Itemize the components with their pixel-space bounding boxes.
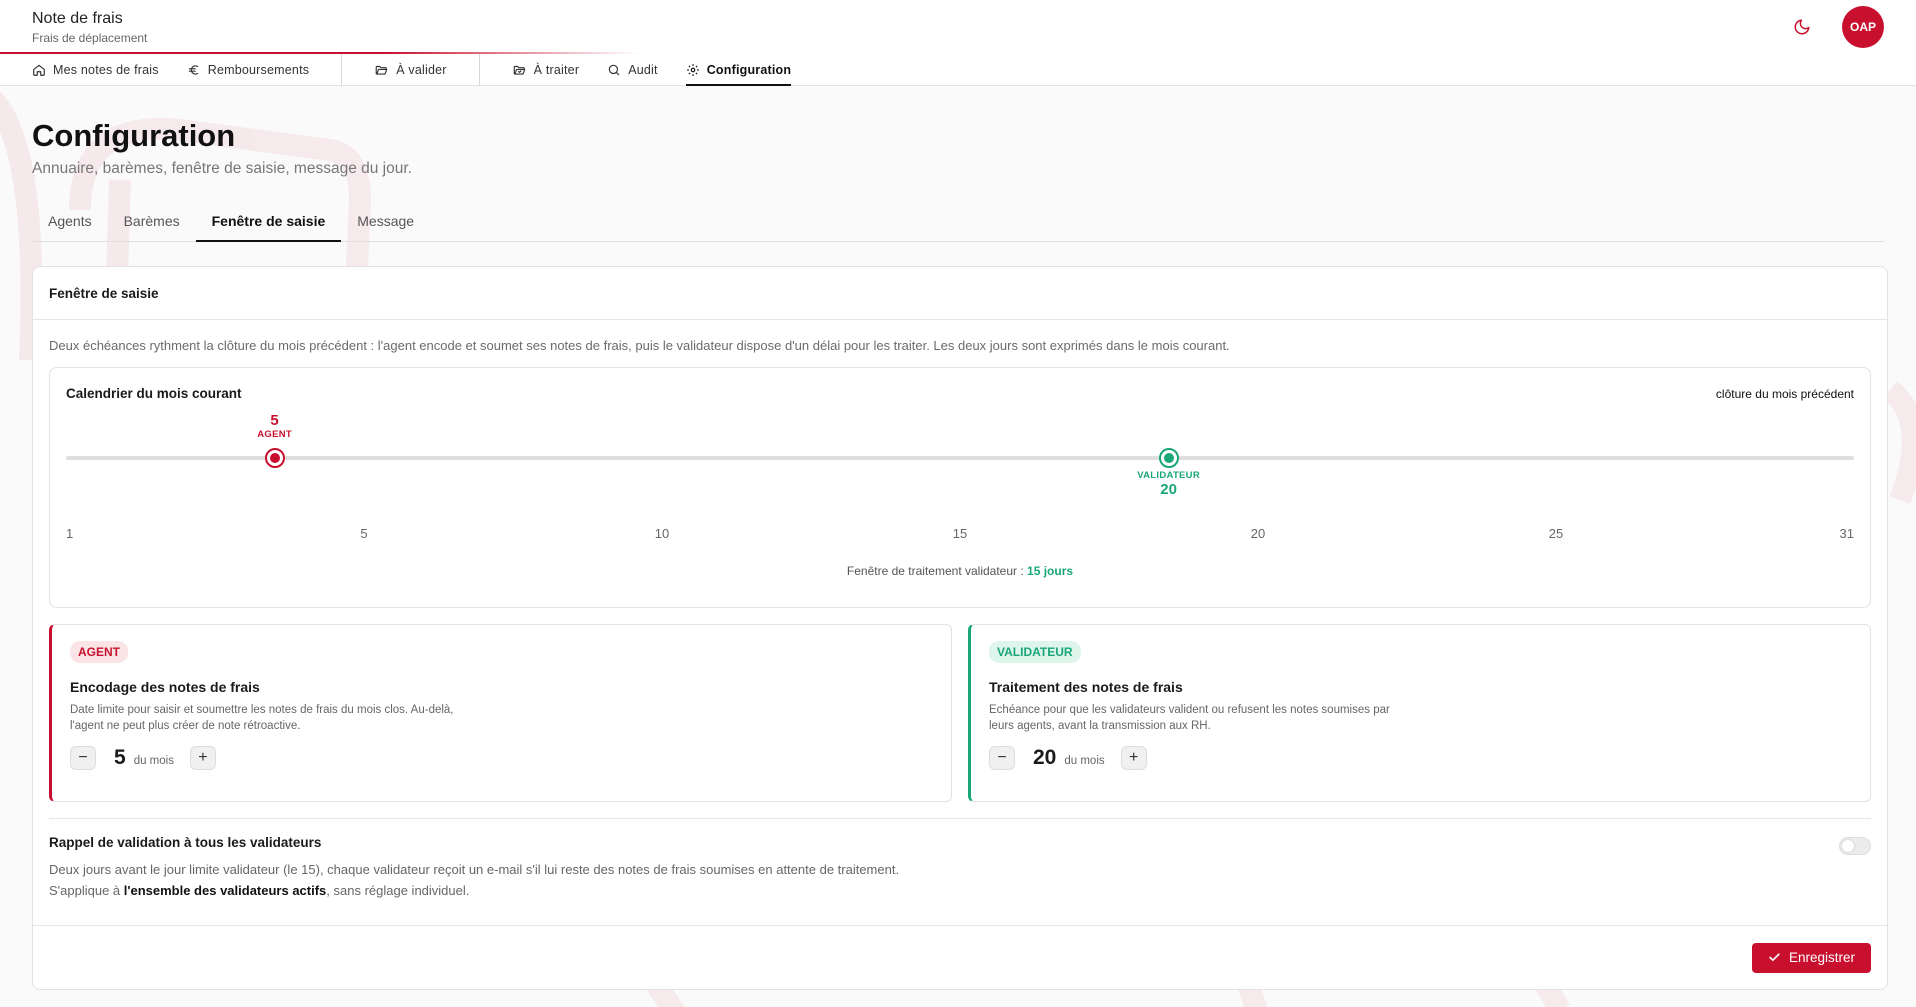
reminder-line-2: S'applique à l'ensemble des validateurs … bbox=[49, 881, 1871, 902]
calendar-track: 5 AGENT VALIDATEUR 20 bbox=[66, 412, 1854, 498]
reminder-section: Rappel de validation à tous les validate… bbox=[49, 819, 1871, 902]
gear-icon bbox=[686, 63, 699, 76]
reminder-toggle[interactable] bbox=[1839, 837, 1871, 855]
validator-card: VALIDATEUR Traitement des notes de frais… bbox=[968, 624, 1871, 802]
reminder-title: Rappel de validation à tous les validate… bbox=[49, 835, 322, 850]
agent-day-stepper: − 5 du mois + bbox=[70, 746, 933, 771]
validator-marker-value: 20 bbox=[1160, 481, 1177, 498]
agent-card: AGENT Encodage des notes de frais Date l… bbox=[49, 624, 952, 802]
calendar-tick-label: 15 bbox=[952, 526, 968, 541]
validator-day-value: 20 bbox=[1033, 746, 1057, 770]
tab-baremes[interactable]: Barèmes bbox=[108, 200, 196, 241]
check-icon bbox=[1769, 953, 1780, 962]
avatar[interactable]: OAP bbox=[1842, 6, 1884, 48]
nav-label: Configuration bbox=[706, 62, 792, 77]
decrement-button[interactable]: − bbox=[70, 746, 96, 771]
calendar-tick-label: 31 bbox=[1839, 526, 1854, 541]
reminder-line-1: Deux jours avant le jour limite validate… bbox=[49, 862, 900, 877]
dark-mode-toggle[interactable] bbox=[1790, 15, 1814, 39]
calendar-tick-label: 5 bbox=[360, 526, 368, 541]
card-body: Deux échéances rythment la clôture du mo… bbox=[33, 338, 1887, 902]
tab-message[interactable]: Message bbox=[341, 200, 430, 241]
validator-marker-text: VALIDATEUR bbox=[1137, 470, 1200, 481]
validator-badge: VALIDATEUR bbox=[989, 641, 1081, 663]
calendar-tick-label: 20 bbox=[1250, 526, 1266, 541]
page-title: Configuration bbox=[32, 118, 236, 153]
role-cards: AGENT Encodage des notes de frais Date l… bbox=[49, 624, 1871, 802]
app-titles: Note de frais Frais de déplacement bbox=[32, 10, 147, 45]
validator-day-unit: du mois bbox=[1064, 755, 1105, 768]
folder-open-icon bbox=[375, 65, 388, 75]
agent-marker-text: AGENT bbox=[257, 429, 292, 440]
nav-item-audit[interactable]: Audit bbox=[593, 54, 672, 85]
calendar-title: Calendrier du mois courant bbox=[66, 386, 242, 401]
agent-badge: AGENT bbox=[70, 641, 128, 663]
nav-item-a-valider[interactable]: À valider bbox=[360, 54, 460, 85]
agent-card-title: Encodage des notes de frais bbox=[70, 679, 260, 695]
main-content: Configuration Annuaire, barèmes, fenêtre… bbox=[0, 118, 1916, 990]
reminder-line-2-suffix: , sans réglage individuel. bbox=[326, 882, 470, 898]
calendar-ticks: 1 5 10 15 20 25 31 bbox=[66, 526, 1854, 542]
save-button[interactable]: Enregistrer bbox=[1751, 942, 1871, 973]
nav-item-a-traiter[interactable]: À traiter bbox=[498, 54, 594, 85]
increment-button[interactable]: + bbox=[1120, 746, 1147, 771]
euro-icon bbox=[188, 64, 198, 75]
config-tabs: Agents Barèmes Fenêtre de saisie Message bbox=[32, 200, 1884, 242]
app-title: Note de frais bbox=[32, 9, 123, 27]
tab-fenetre-de-saisie[interactable]: Fenêtre de saisie bbox=[195, 200, 342, 242]
calendar-tick-label: 1 bbox=[66, 526, 74, 541]
validator-day-stepper: − 20 du mois + bbox=[989, 746, 1852, 771]
nav-label: Remboursements bbox=[207, 62, 310, 77]
home-icon bbox=[33, 64, 45, 76]
card-description: Deux échéances rythment la clôture du mo… bbox=[49, 338, 1230, 353]
card-footer: Enregistrer bbox=[33, 925, 1887, 989]
agent-marker-label: 5 AGENT bbox=[245, 412, 305, 440]
validator-deadline-handle[interactable] bbox=[1158, 448, 1179, 468]
agent-day-unit: du mois bbox=[133, 755, 174, 768]
moon-icon bbox=[1794, 19, 1810, 35]
save-button-label: Enregistrer bbox=[1788, 950, 1855, 965]
fenetre-card: Fenêtre de saisie Deux échéances rythmen… bbox=[32, 266, 1888, 990]
app-subtitle: Frais de déplacement bbox=[32, 30, 148, 45]
nav-item-remboursements[interactable]: Remboursements bbox=[173, 54, 323, 85]
calendar-panel: Calendrier du mois courant clôture du mo… bbox=[49, 367, 1871, 608]
calendar-right-label: clôture du mois précédent bbox=[1715, 387, 1854, 401]
validator-card-title: Traitement des notes de frais bbox=[989, 679, 1183, 695]
nav-label: Audit bbox=[628, 62, 658, 77]
calendar-tick-label: 25 bbox=[1548, 526, 1564, 541]
agent-marker-value: 5 bbox=[270, 412, 279, 429]
search-icon bbox=[608, 64, 620, 75]
decrement-button[interactable]: − bbox=[989, 746, 1015, 771]
nav-label: À valider bbox=[396, 62, 447, 77]
reminder-line-2-prefix: S'applique à bbox=[49, 882, 124, 898]
reminder-text: Deux jours avant le jour limite validate… bbox=[49, 860, 1871, 902]
nav-label: À traiter bbox=[533, 62, 580, 77]
header-actions: OAP bbox=[1790, 6, 1884, 48]
nav-item-configuration[interactable]: Configuration bbox=[672, 54, 806, 86]
increment-button[interactable]: + bbox=[189, 746, 216, 771]
tab-agents[interactable]: Agents bbox=[32, 200, 108, 241]
window-prefix: Fenêtre de traitement validateur : bbox=[846, 564, 1024, 578]
nav-item-mes-notes[interactable]: Mes notes de frais bbox=[32, 54, 173, 85]
nav-divider bbox=[478, 54, 480, 85]
agent-deadline-handle[interactable] bbox=[264, 448, 285, 468]
agent-day-value: 5 bbox=[114, 746, 126, 770]
calendar-tick-label: 10 bbox=[654, 526, 670, 541]
page-subtitle: Annuaire, barèmes, fenêtre de saisie, me… bbox=[32, 160, 412, 177]
marker-dot bbox=[269, 453, 280, 463]
marker-dot bbox=[1163, 453, 1174, 463]
nav-label: Mes notes de frais bbox=[53, 62, 159, 77]
agent-card-description: Date limite pour saisir et soumettre les… bbox=[70, 704, 454, 732]
card-title: Fenêtre de saisie bbox=[33, 267, 1887, 320]
nav-divider bbox=[341, 54, 343, 85]
main-nav: Mes notes de frais Remboursements À vali… bbox=[0, 54, 1916, 86]
validator-window-info: Fenêtre de traitement validateur : 15 jo… bbox=[50, 564, 1870, 578]
validator-marker-label: VALIDATEUR 20 bbox=[1129, 470, 1209, 498]
validator-card-description: Echéance pour que les validateurs valide… bbox=[989, 704, 1390, 732]
folder-check-icon bbox=[513, 65, 525, 75]
reminder-line-2-bold: l'ensemble des validateurs actifs bbox=[123, 882, 327, 898]
window-value: 15 jours bbox=[1027, 564, 1074, 578]
app-header: Note de frais Frais de déplacement OAP bbox=[0, 0, 1916, 54]
